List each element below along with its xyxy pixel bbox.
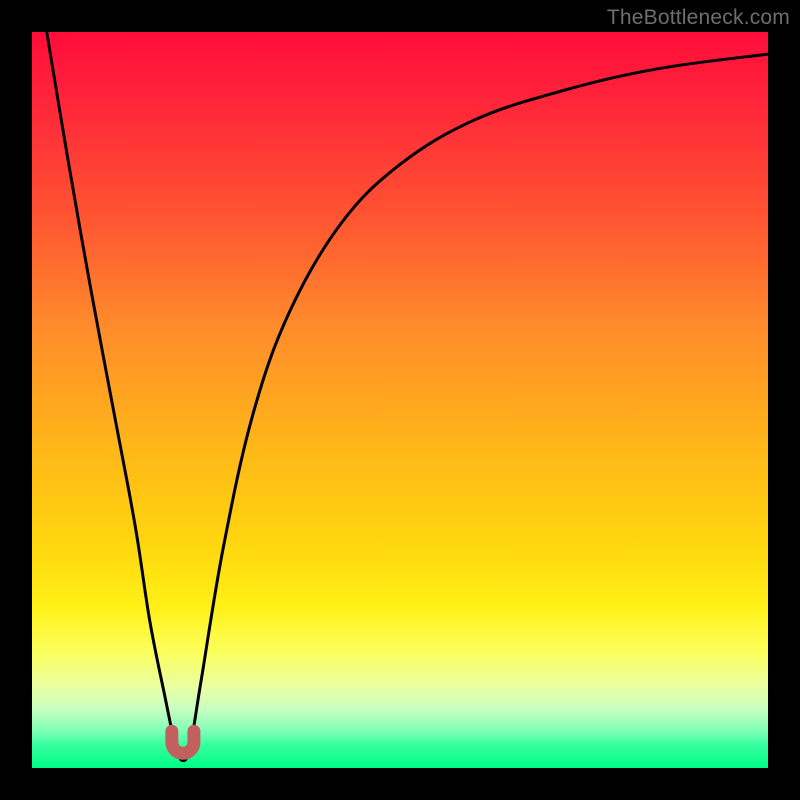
watermark-text: TheBottleneck.com	[607, 6, 790, 30]
chart-svg-layer	[32, 32, 768, 768]
bottleneck-curve-path	[47, 32, 768, 761]
optimal-marker	[172, 731, 194, 753]
chart-plot-area	[32, 32, 768, 768]
chart-frame: TheBottleneck.com	[0, 0, 800, 800]
